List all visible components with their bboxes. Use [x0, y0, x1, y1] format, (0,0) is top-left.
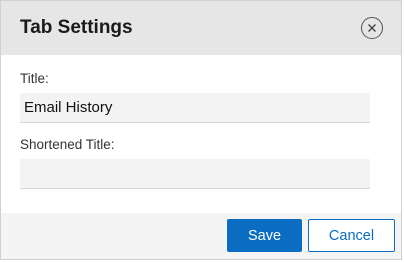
- dialog-body: Title: Shortened Title:: [1, 55, 401, 189]
- tab-settings-dialog: Tab Settings Title: Shortened Title: Sav…: [0, 0, 402, 260]
- close-icon: [368, 24, 376, 32]
- title-label: Title:: [20, 71, 49, 86]
- title-input[interactable]: [20, 93, 370, 123]
- dialog-footer: Save Cancel: [1, 213, 401, 259]
- save-button[interactable]: Save: [227, 219, 302, 252]
- dialog-header: Tab Settings: [1, 1, 401, 55]
- shortened-title-label: Shortened Title:: [20, 137, 115, 152]
- dialog-title: Tab Settings: [20, 17, 133, 38]
- cancel-button[interactable]: Cancel: [308, 219, 395, 252]
- shortened-title-input[interactable]: [20, 159, 370, 189]
- close-button[interactable]: [361, 17, 383, 39]
